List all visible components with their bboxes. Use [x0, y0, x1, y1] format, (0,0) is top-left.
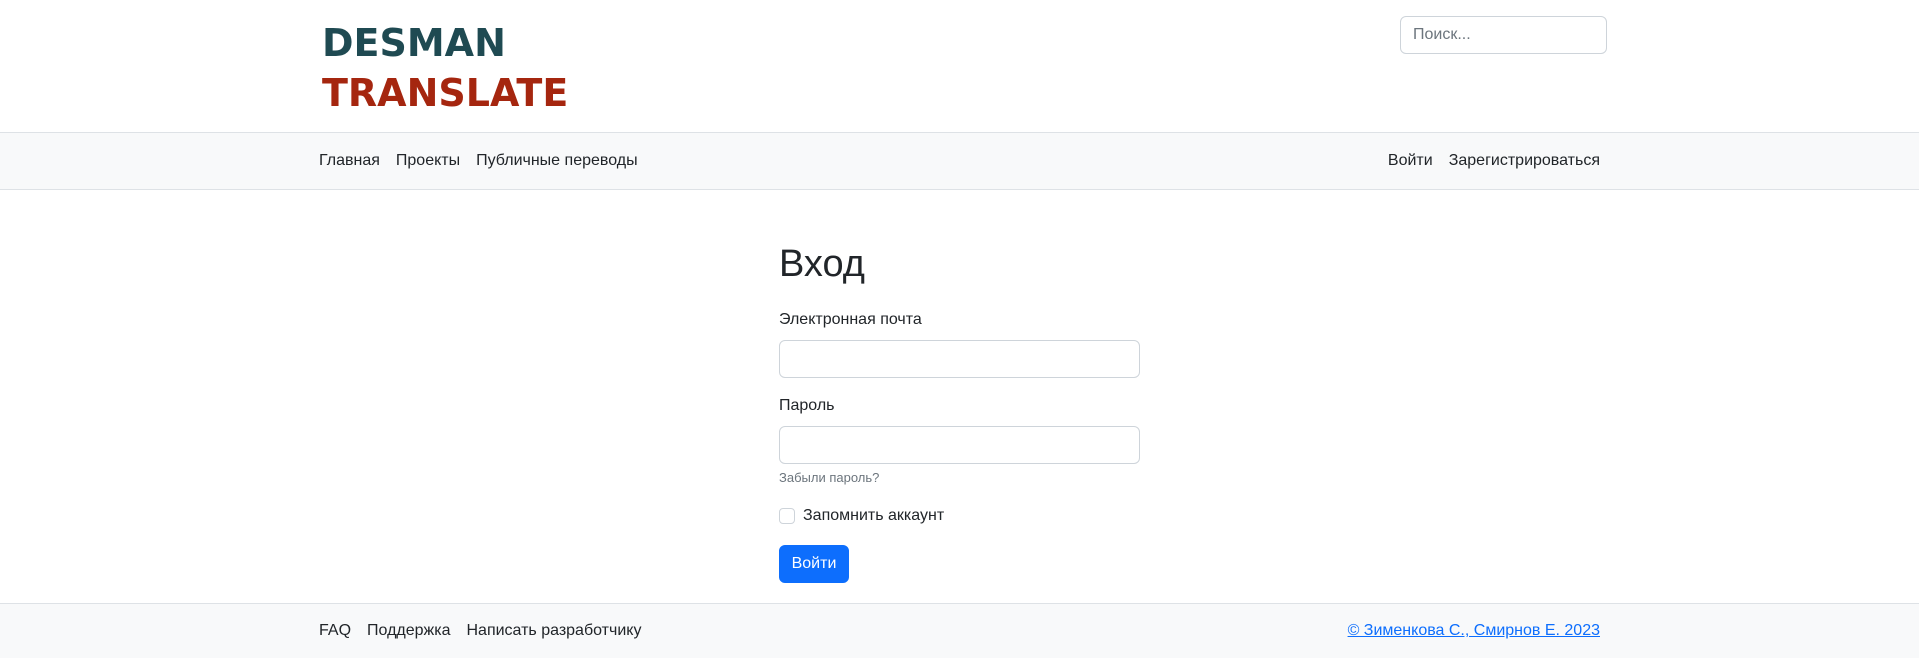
nav-link-projects[interactable]: Проекты	[396, 152, 460, 170]
site-logo[interactable]: DESMAN TRANSLATE	[322, 18, 568, 118]
nav-link-home[interactable]: Главная	[319, 152, 380, 170]
nav-link-public-translations[interactable]: Публичные переводы	[476, 152, 637, 170]
forgot-password-link[interactable]: Забыли пароль?	[779, 470, 879, 485]
remember-checkbox[interactable]	[779, 508, 795, 524]
nav-left-group: Главная Проекты Публичные переводы	[319, 133, 638, 189]
footer-links: FAQ Поддержка Написать разработчику	[319, 604, 641, 658]
nav-link-register[interactable]: Зарегистрироваться	[1449, 152, 1600, 170]
footer-link-contact-developer[interactable]: Написать разработчику	[466, 622, 641, 640]
site-footer: FAQ Поддержка Написать разработчику © Зи…	[0, 603, 1919, 658]
footer-link-faq[interactable]: FAQ	[319, 622, 351, 640]
site-header: DESMAN TRANSLATE	[0, 0, 1919, 132]
main-navbar: Главная Проекты Публичные переводы Войти…	[0, 132, 1919, 190]
password-field[interactable]	[779, 426, 1140, 464]
nav-right-group: Войти Зарегистрироваться	[1388, 133, 1600, 189]
email-label: Электронная почта	[779, 311, 922, 328]
remember-label[interactable]: Запомнить аккаунт	[803, 507, 944, 525]
search-input[interactable]	[1400, 16, 1607, 54]
page-title: Вход	[779, 243, 865, 285]
footer-link-support[interactable]: Поддержка	[367, 622, 450, 640]
logo-line-translate: TRANSLATE	[322, 71, 569, 115]
footer-right-group: © Зименкова С., Смирнов Е. 2023	[1348, 604, 1600, 658]
nav-link-login[interactable]: Войти	[1388, 152, 1433, 170]
password-label: Пароль	[779, 397, 835, 414]
email-field[interactable]	[779, 340, 1140, 378]
login-button[interactable]: Войти	[779, 545, 849, 583]
logo-line-desman: DESMAN	[322, 21, 506, 65]
remember-account: Запомнить аккаунт	[779, 507, 944, 525]
copyright-link[interactable]: © Зименкова С., Смирнов Е. 2023	[1348, 622, 1600, 640]
